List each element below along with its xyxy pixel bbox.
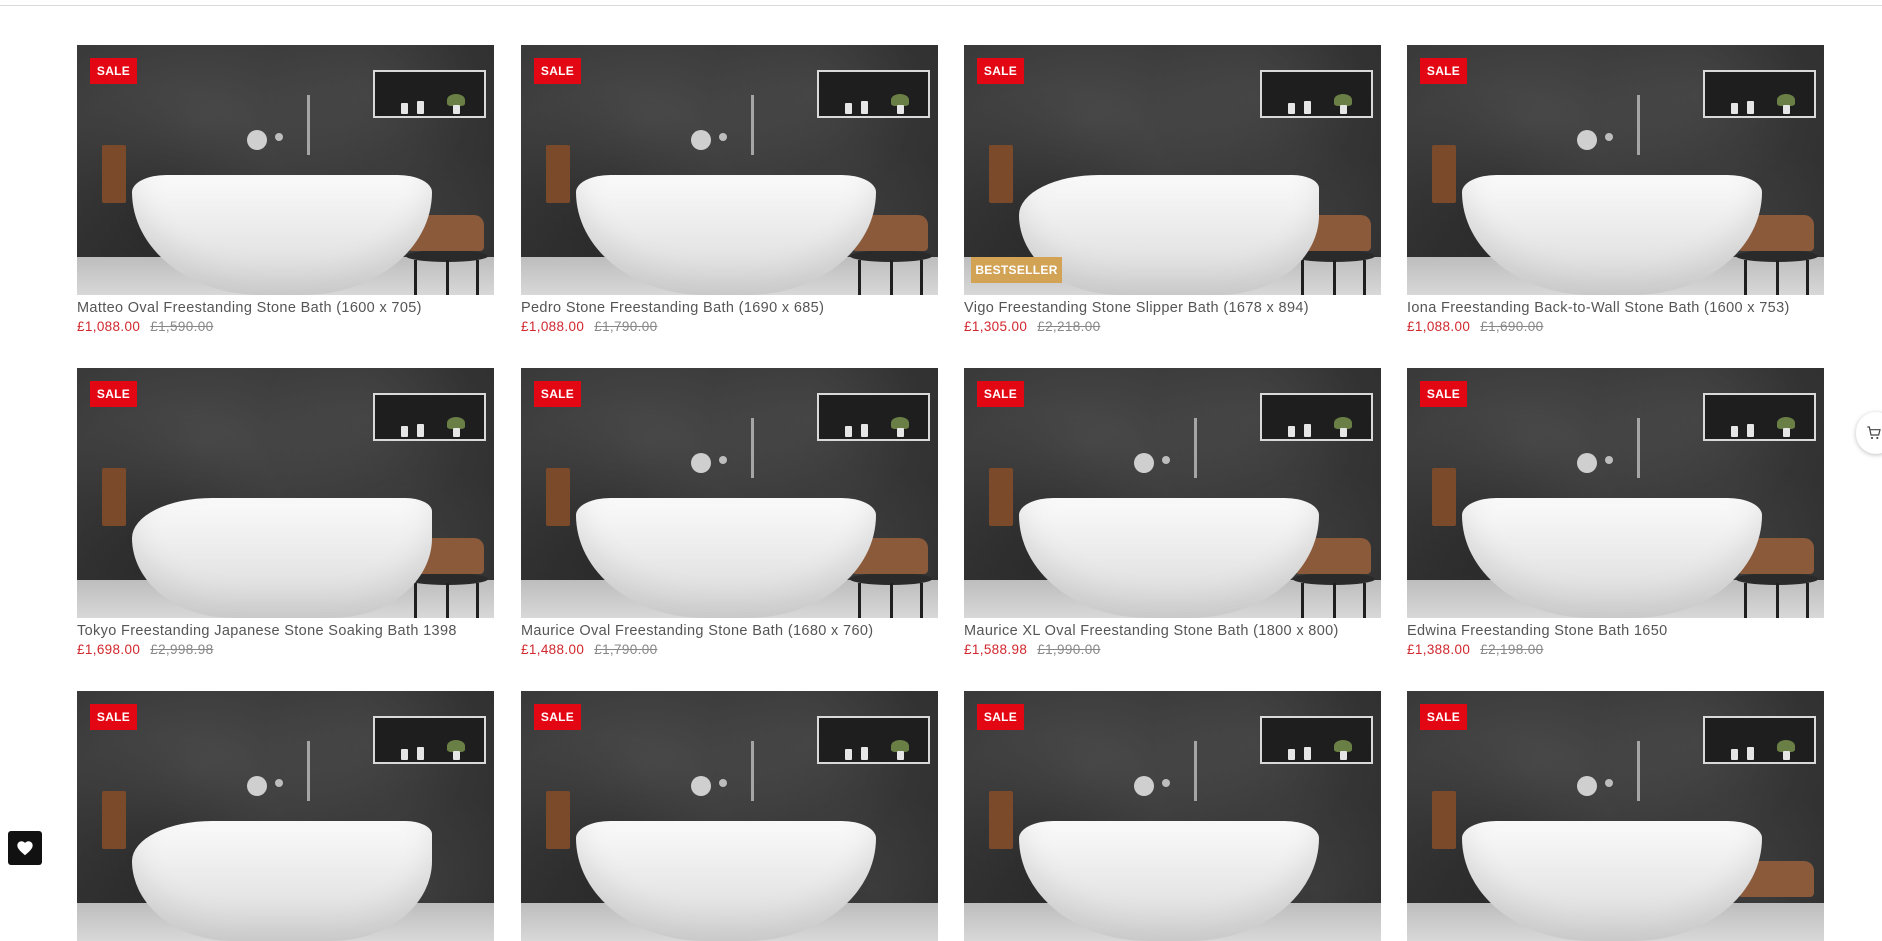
cart-icon bbox=[1867, 426, 1881, 440]
product-title[interactable]: Pedro Stone Freestanding Bath (1690 x 68… bbox=[521, 298, 938, 318]
compare-price: £2,218.00 bbox=[1037, 319, 1101, 334]
product-card[interactable]: SALE Edwina Freestanding Stone Bath 1650… bbox=[1407, 368, 1824, 659]
product-card[interactable]: SALE Maurice Oval Freestanding Stone Bat… bbox=[521, 368, 938, 659]
product-image[interactable]: SALE bbox=[77, 45, 494, 295]
product-image[interactable]: SALE bbox=[521, 691, 938, 941]
sale-badge: SALE bbox=[534, 704, 581, 730]
product-card[interactable]: SALE Pedro Stone Freestanding Bath (1690… bbox=[521, 45, 938, 336]
product-card[interactable]: SALE bbox=[521, 691, 938, 941]
compare-price: £1,690.00 bbox=[1480, 319, 1544, 334]
wishlist-button[interactable] bbox=[8, 831, 42, 865]
product-image[interactable]: SALE bbox=[521, 368, 938, 618]
compare-price: £2,998.98 bbox=[150, 642, 214, 657]
bestseller-badge: BESTSELLER bbox=[971, 257, 1062, 283]
sale-price: £1,588.98 bbox=[964, 642, 1028, 657]
product-title[interactable]: Edwina Freestanding Stone Bath 1650 bbox=[1407, 621, 1824, 641]
sale-price: £1,488.00 bbox=[521, 642, 585, 657]
product-grid: SALE Matteo Oval Freestanding Stone Bath… bbox=[0, 0, 1882, 941]
product-image[interactable]: SALE bbox=[1407, 45, 1824, 295]
sale-price: £1,088.00 bbox=[521, 319, 585, 334]
product-title[interactable]: Matteo Oval Freestanding Stone Bath (160… bbox=[77, 298, 494, 318]
sale-price: £1,088.00 bbox=[1407, 319, 1471, 334]
product-image[interactable]: SALE bbox=[77, 368, 494, 618]
sale-badge: SALE bbox=[1420, 381, 1467, 407]
product-image[interactable]: SALE bbox=[1407, 691, 1824, 941]
compare-price: £1,790.00 bbox=[594, 319, 658, 334]
product-card[interactable]: SALE BESTSELLER Vigo Freestanding Stone … bbox=[964, 45, 1381, 336]
product-card[interactable]: SALE bbox=[77, 691, 494, 941]
product-image[interactable]: SALE bbox=[77, 691, 494, 941]
sale-badge: SALE bbox=[1420, 58, 1467, 84]
sale-badge: SALE bbox=[977, 704, 1024, 730]
product-card[interactable]: SALE Matteo Oval Freestanding Stone Bath… bbox=[77, 45, 494, 336]
product-card[interactable]: SALE Maurice XL Oval Freestanding Stone … bbox=[964, 368, 1381, 659]
compare-price: £1,990.00 bbox=[1037, 642, 1101, 657]
product-image[interactable]: SALE bbox=[964, 691, 1381, 941]
sale-badge: SALE bbox=[90, 704, 137, 730]
compare-price: £1,590.00 bbox=[150, 319, 214, 334]
compare-price: £2,198.00 bbox=[1480, 642, 1544, 657]
product-card[interactable]: SALE Iona Freestanding Back-to-Wall Ston… bbox=[1407, 45, 1824, 336]
product-card[interactable]: SALE bbox=[964, 691, 1381, 941]
product-image[interactable]: SALE bbox=[521, 45, 938, 295]
product-title[interactable]: Tokyo Freestanding Japanese Stone Soakin… bbox=[77, 621, 494, 641]
compare-price: £1,790.00 bbox=[594, 642, 658, 657]
heart-icon bbox=[17, 841, 33, 856]
sale-badge: SALE bbox=[1420, 704, 1467, 730]
product-image[interactable]: SALE bbox=[1407, 368, 1824, 618]
sale-badge: SALE bbox=[534, 58, 581, 84]
sale-badge: SALE bbox=[90, 58, 137, 84]
sale-price: £1,388.00 bbox=[1407, 642, 1471, 657]
product-title[interactable]: Iona Freestanding Back-to-Wall Stone Bat… bbox=[1407, 298, 1824, 318]
product-card[interactable]: SALE bbox=[1407, 691, 1824, 941]
sale-badge: SALE bbox=[90, 381, 137, 407]
sale-badge: SALE bbox=[534, 381, 581, 407]
product-card[interactable]: SALE Tokyo Freestanding Japanese Stone S… bbox=[77, 368, 494, 659]
product-image[interactable]: SALE bbox=[964, 368, 1381, 618]
product-title[interactable]: Vigo Freestanding Stone Slipper Bath (16… bbox=[964, 298, 1381, 318]
sale-badge: SALE bbox=[977, 58, 1024, 84]
product-image[interactable]: SALE BESTSELLER bbox=[964, 45, 1381, 295]
sale-price: £1,698.00 bbox=[77, 642, 141, 657]
product-title[interactable]: Maurice Oval Freestanding Stone Bath (16… bbox=[521, 621, 938, 641]
product-title[interactable]: Maurice XL Oval Freestanding Stone Bath … bbox=[964, 621, 1381, 641]
sale-price: £1,088.00 bbox=[77, 319, 141, 334]
sale-price: £1,305.00 bbox=[964, 319, 1028, 334]
sale-badge: SALE bbox=[977, 381, 1024, 407]
